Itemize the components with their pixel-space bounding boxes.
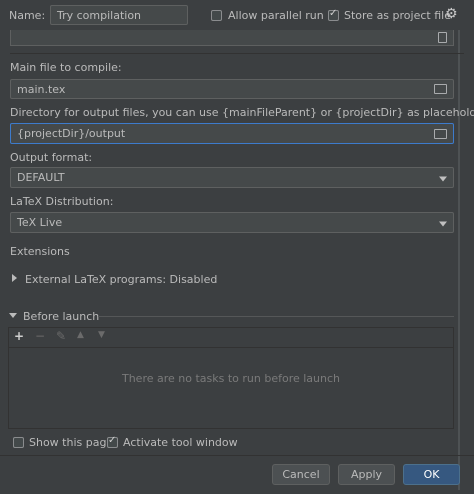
chevron-down-icon[interactable]: [9, 313, 17, 318]
activate-tool-label: Activate tool window: [123, 436, 238, 449]
main-file-label: Main file to compile:: [10, 61, 122, 74]
footer-divider: [0, 455, 474, 456]
move-down-icon[interactable]: ▼: [98, 330, 105, 340]
show-page-checkbox[interactable]: [13, 437, 24, 448]
output-dir-value: {projectDir}/output: [17, 127, 126, 140]
folder-icon[interactable]: [434, 84, 447, 94]
edit-icon[interactable]: ✎: [56, 329, 66, 343]
extensions-heading: Extensions: [10, 245, 70, 258]
output-format-value: DEFAULT: [17, 171, 65, 184]
file-icon: [438, 32, 447, 43]
remove-icon[interactable]: −: [35, 329, 45, 343]
empty-state-text: There are no tasks to run before launch: [121, 372, 341, 385]
move-up-icon[interactable]: ▲: [77, 330, 84, 340]
allow-parallel-checkbox[interactable]: [211, 10, 222, 21]
main-file-value: main.tex: [17, 82, 66, 96]
scrollbar[interactable]: [458, 30, 460, 490]
external-programs-toggle[interactable]: External LaTeX programs: Disabled: [25, 273, 217, 286]
output-format-label: Output format:: [10, 151, 93, 164]
before-launch-heading: Before launch: [23, 310, 100, 323]
add-icon[interactable]: +: [14, 329, 24, 343]
main-file-input[interactable]: main.tex: [10, 79, 454, 99]
output-dir-input[interactable]: {projectDir}/output: [10, 123, 454, 144]
latex-distribution-value: TeX Live: [17, 216, 63, 229]
output-dir-label: Directory for output files, you can use …: [10, 106, 474, 119]
store-project-checkbox[interactable]: [328, 8, 339, 21]
output-format-select[interactable]: DEFAULT: [10, 167, 454, 188]
gear-icon[interactable]: ⚙: [445, 6, 458, 22]
cancel-button[interactable]: Cancel: [272, 464, 330, 485]
show-page-label: Show this page: [29, 436, 114, 449]
chevron-right-icon[interactable]: [12, 274, 17, 282]
before-launch-toolbar: + − ✎ ▲ ▼: [9, 328, 453, 348]
apply-button[interactable]: Apply: [338, 464, 395, 485]
ok-button[interactable]: OK: [403, 464, 460, 485]
before-launch-panel: + − ✎ ▲ ▼ There are no tasks to run befo…: [8, 327, 454, 429]
latex-distribution-select[interactable]: TeX Live: [10, 212, 454, 233]
chevron-down-icon: [439, 221, 447, 226]
allow-parallel-label: Allow parallel run: [228, 9, 324, 22]
truncated-field[interactable]: [10, 30, 454, 46]
activate-tool-checkbox[interactable]: [107, 435, 118, 448]
name-label: Name:: [9, 9, 46, 22]
chevron-down-icon: [439, 176, 447, 181]
folder-icon[interactable]: [434, 128, 447, 139]
section-divider: [98, 316, 454, 317]
name-input[interactable]: Try compilation: [50, 5, 188, 25]
store-project-label: Store as project file: [344, 9, 451, 22]
divider: [10, 53, 464, 54]
latex-distribution-label: LaTeX Distribution:: [10, 195, 114, 208]
